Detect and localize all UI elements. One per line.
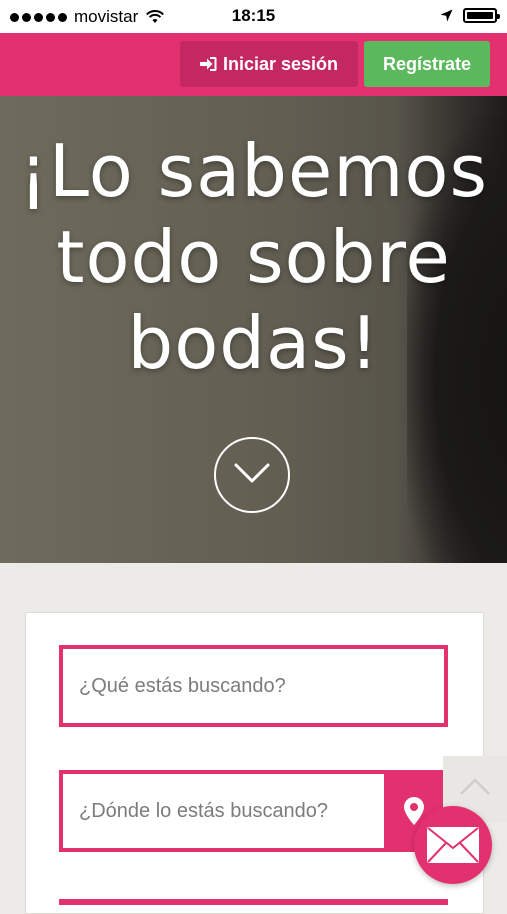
battery-icon xyxy=(463,8,500,23)
search-card xyxy=(25,612,484,914)
register-button[interactable]: Regístrate xyxy=(364,41,490,87)
hero-title-line-3: bodas! xyxy=(127,301,380,385)
site-header: Iniciar sesión Regístrate xyxy=(0,33,507,96)
sign-in-icon xyxy=(199,57,217,71)
register-label: Regístrate xyxy=(382,53,472,74)
location-arrow-icon xyxy=(440,9,453,22)
hero-banner: ¡Lo sabemos todo sobre bodas! xyxy=(0,96,507,563)
scroll-down-button[interactable] xyxy=(214,437,290,513)
envelope-icon xyxy=(427,827,479,863)
chevron-up-icon xyxy=(460,778,490,795)
contact-mail-button[interactable] xyxy=(414,806,492,884)
login-button[interactable]: Iniciar sesión xyxy=(180,41,358,87)
status-bar: movistar 18:15 xyxy=(0,0,507,33)
where-search-input[interactable] xyxy=(63,774,388,848)
chevron-down-icon xyxy=(234,463,270,483)
hero-title-line-1: ¡Lo sabemos xyxy=(19,129,488,213)
hero-title: ¡Lo sabemos todo sobre bodas! xyxy=(0,128,507,386)
status-right xyxy=(440,8,500,23)
login-label: Iniciar sesión xyxy=(222,53,339,74)
status-time: 18:15 xyxy=(231,6,276,25)
hero-title-line-2: todo sobre xyxy=(56,215,451,299)
what-search-input[interactable] xyxy=(63,649,444,723)
what-search-field xyxy=(59,645,448,727)
where-search-field xyxy=(59,770,448,852)
